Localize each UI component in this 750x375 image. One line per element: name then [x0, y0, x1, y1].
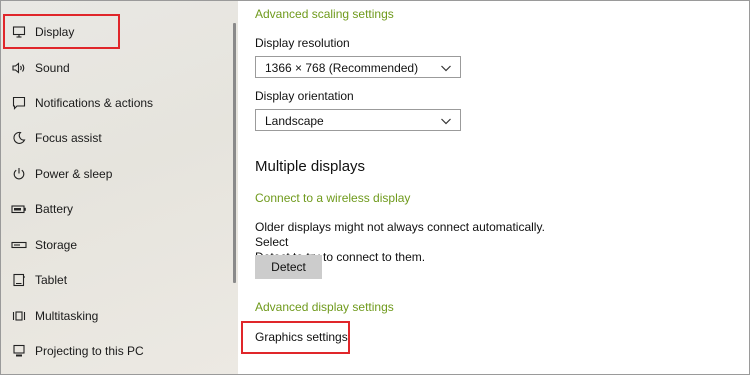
sidebar-item-tablet[interactable]: Tablet — [1, 263, 238, 297]
sidebar-item-label: Projecting to this PC — [35, 344, 144, 358]
chevron-down-icon — [440, 61, 452, 73]
notification-icon — [11, 95, 27, 111]
sidebar-item-label: Notifications & actions — [35, 96, 154, 110]
connect-wireless-display-link[interactable]: Connect to a wireless display — [255, 191, 410, 205]
display-resolution-value: 1366 × 768 (Recommended) — [265, 61, 419, 75]
chevron-down-icon — [440, 114, 452, 126]
tablet-icon — [11, 272, 27, 288]
sidebar-item-label: Storage — [35, 238, 78, 252]
multiple-displays-heading: Multiple displays — [255, 158, 366, 175]
graphics-settings-highlight-box — [241, 321, 350, 354]
sidebar-item-power-sleep[interactable]: Power & sleep — [1, 157, 238, 191]
sidebar-item-label: Focus assist — [35, 131, 102, 145]
sidebar-item-label: Battery — [35, 202, 74, 216]
sidebar-item-label: Multitasking — [35, 309, 99, 323]
sidebar-item-sound[interactable]: Sound — [1, 51, 238, 85]
sidebar-item-focus-assist[interactable]: Focus assist — [1, 121, 238, 155]
display-resolution-dropdown[interactable]: 1366 × 768 (Recommended) — [255, 56, 461, 78]
advanced-scaling-link[interactable]: Advanced scaling settings — [255, 7, 394, 21]
main-panel: Advanced scaling settings Display resolu… — [238, 1, 749, 374]
detect-button[interactable]: Detect — [255, 255, 322, 279]
sidebar-item-label: Tablet — [35, 273, 68, 287]
sidebar-scrollbar[interactable] — [233, 23, 236, 283]
sidebar-item-storage[interactable]: Storage — [1, 228, 238, 262]
display-resolution-label: Display resolution — [255, 36, 350, 50]
moon-icon — [11, 130, 27, 146]
display-orientation-dropdown[interactable]: Landscape — [255, 109, 461, 131]
settings-window: Display Sound Notifications & actions Fo… — [0, 0, 750, 375]
sidebar-item-projecting[interactable]: Projecting to this PC — [1, 334, 238, 368]
sidebar-item-notifications[interactable]: Notifications & actions — [1, 86, 238, 120]
multitasking-icon — [11, 308, 27, 324]
speaker-icon — [11, 60, 27, 76]
sidebar-item-battery[interactable]: Battery — [1, 192, 238, 226]
sidebar-item-multitasking[interactable]: Multitasking — [1, 299, 238, 333]
advanced-display-settings-link[interactable]: Advanced display settings — [255, 300, 394, 314]
storage-icon — [11, 237, 27, 253]
display-highlight-box — [3, 14, 120, 49]
display-orientation-value: Landscape — [265, 114, 324, 128]
battery-icon — [11, 201, 27, 217]
projecting-icon — [11, 343, 27, 359]
sidebar-item-label: Sound — [35, 61, 70, 75]
power-icon — [11, 166, 27, 182]
sidebar: Display Sound Notifications & actions Fo… — [1, 1, 238, 374]
sidebar-item-label: Power & sleep — [35, 167, 113, 181]
display-orientation-label: Display orientation — [255, 89, 354, 103]
description-line-1: Older displays might not always connect … — [255, 220, 545, 249]
